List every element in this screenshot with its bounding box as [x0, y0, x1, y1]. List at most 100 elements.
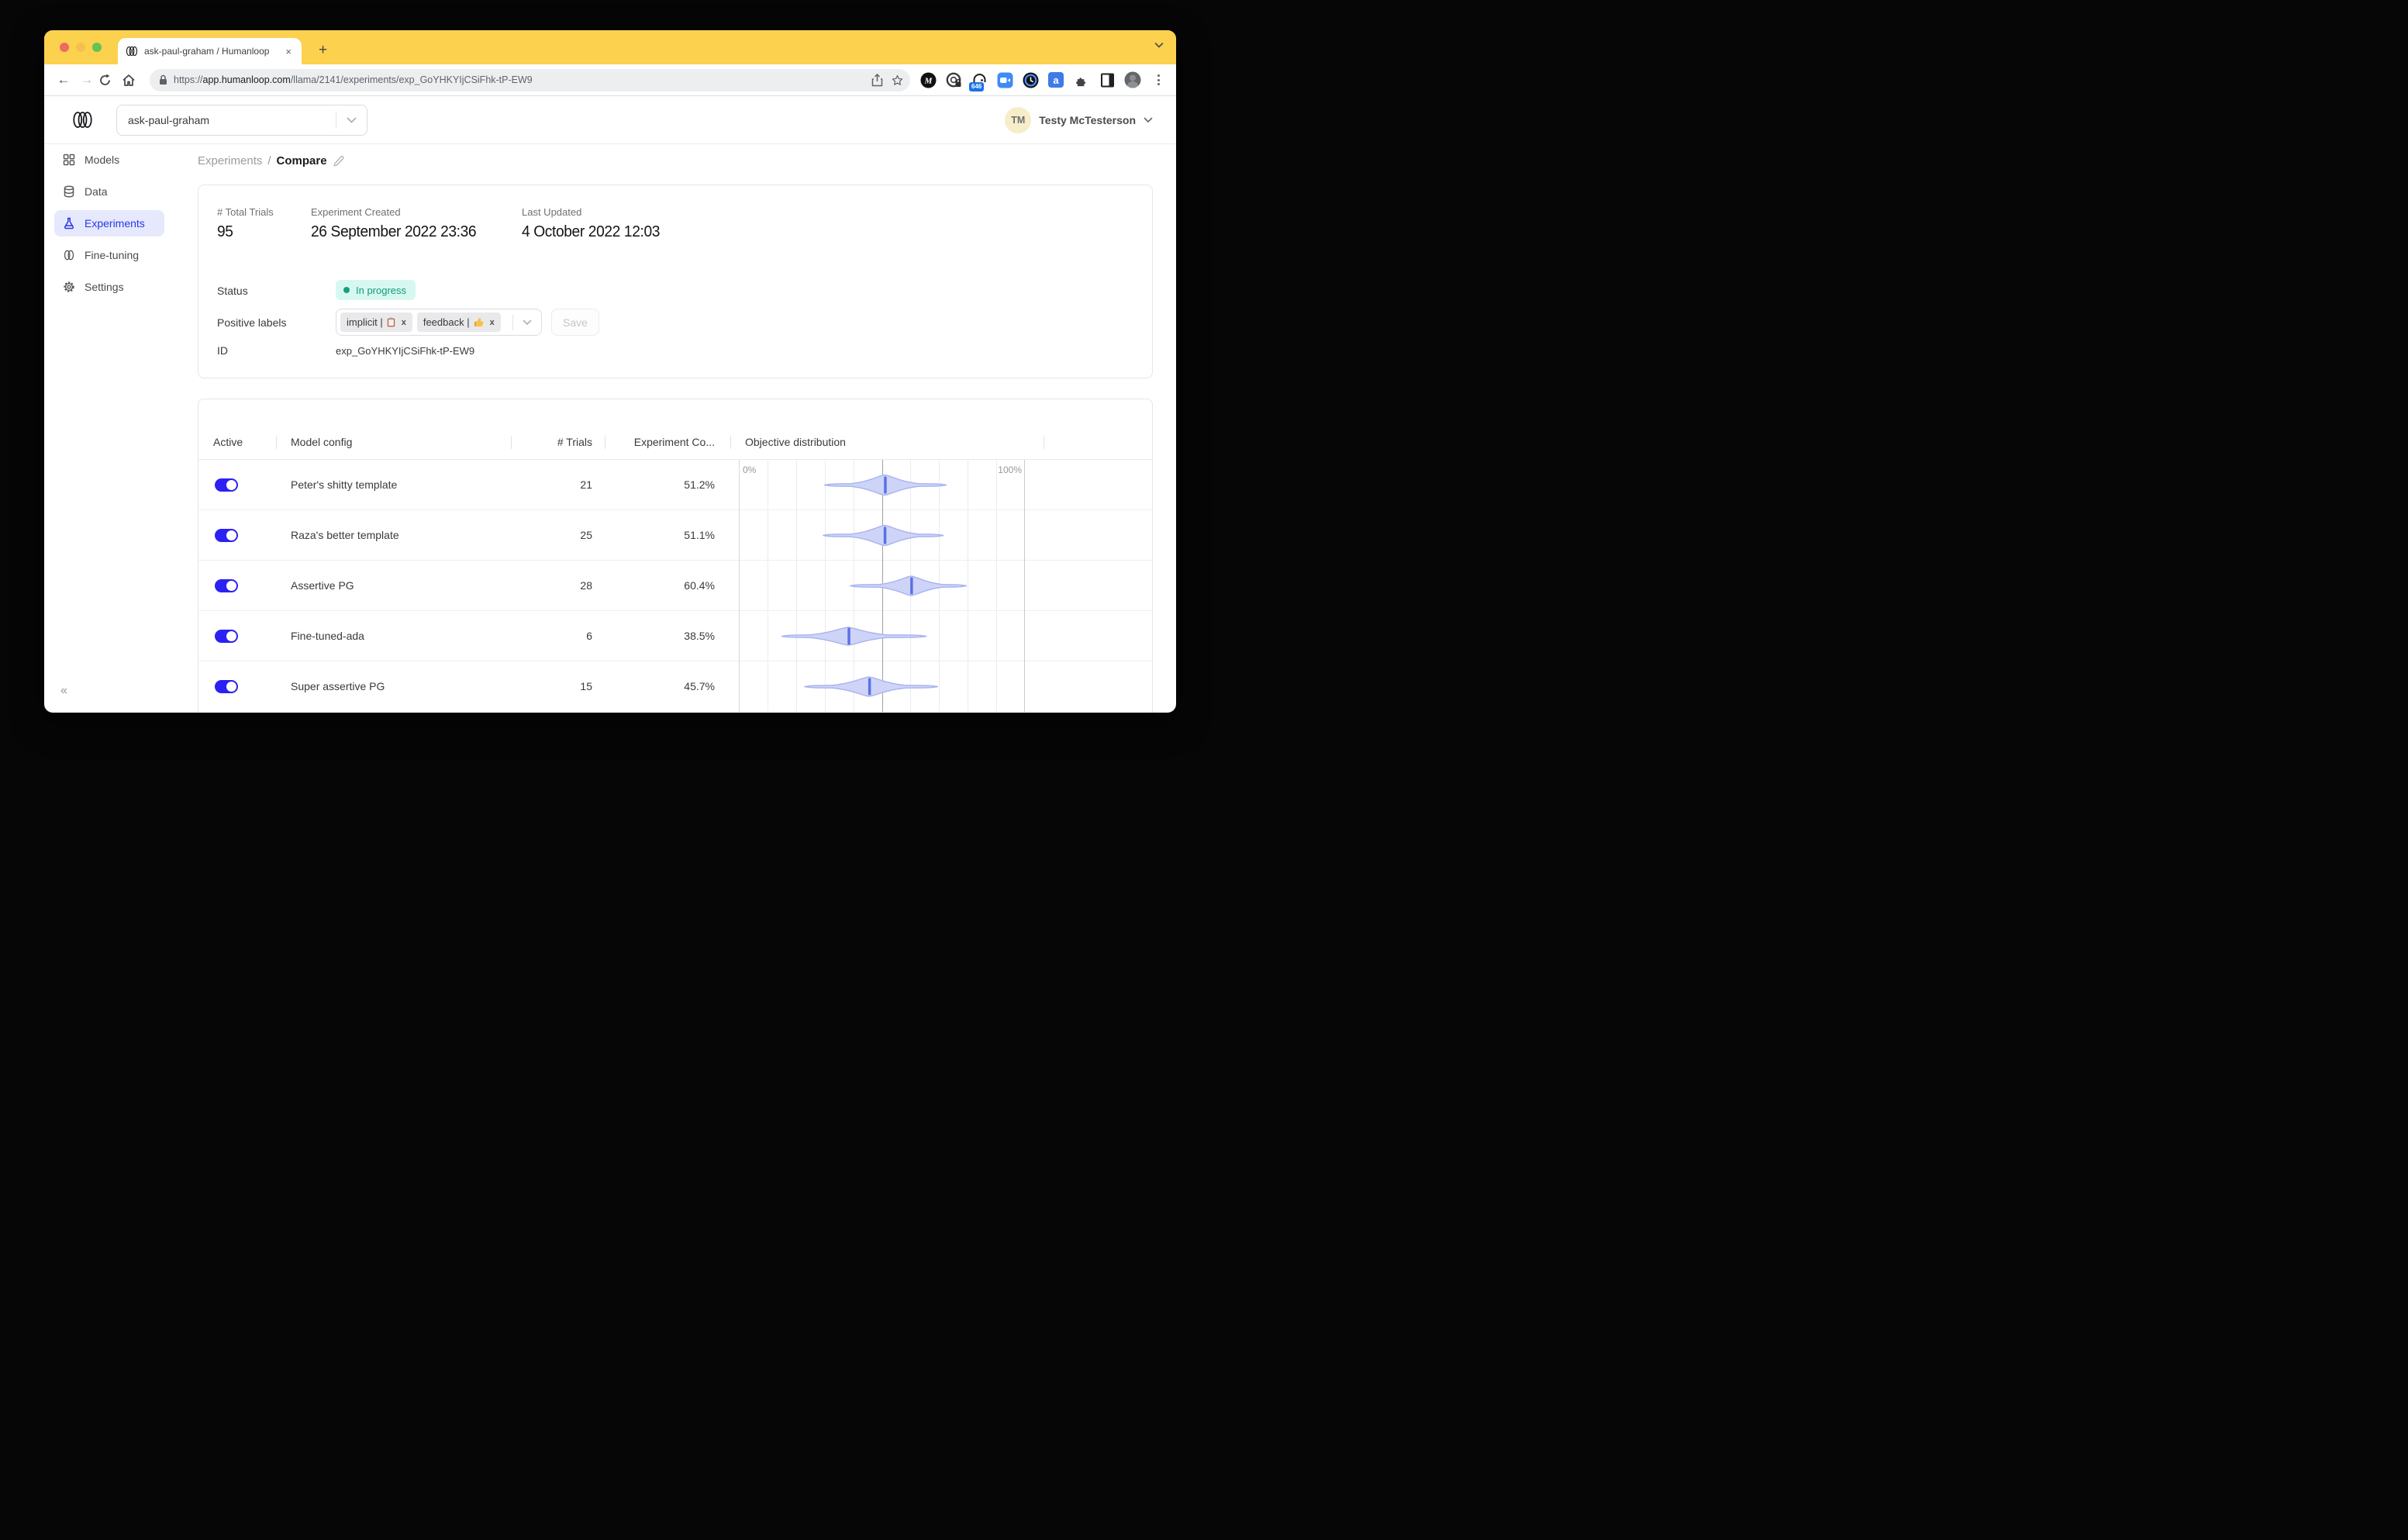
trials-count: 15: [580, 680, 592, 692]
ml-extension-icon[interactable]: M: [919, 71, 937, 88]
bookmark-star-icon[interactable]: [891, 74, 904, 87]
trials-count: 6: [586, 630, 592, 642]
tab-favicon-humanloop-icon: [126, 46, 138, 57]
experiment-id: exp_GoYHKYIjCSiFhk-tP-EW9: [336, 345, 475, 357]
column-divider: [276, 436, 277, 449]
forward-button[interactable]: →: [75, 72, 98, 88]
positive-labels-input[interactable]: implicit | x feedback | x: [336, 309, 542, 336]
url-host: app.humanloop.com: [202, 74, 291, 85]
sidebar-collapse-button[interactable]: «: [60, 684, 67, 698]
sidebar-item-label: Models: [85, 154, 120, 166]
sidebar-item-label: Settings: [85, 281, 124, 293]
experiment-score: 45.7%: [684, 680, 715, 692]
active-toggle[interactable]: [215, 680, 238, 693]
profile-avatar[interactable]: [1124, 71, 1141, 88]
user-menu[interactable]: TM Testy McTesterson: [1005, 106, 1153, 133]
active-toggle[interactable]: [215, 529, 238, 542]
reload-button[interactable]: [98, 74, 122, 87]
tab-search-chevron-icon[interactable]: [1154, 42, 1164, 48]
experiment-score: 51.2%: [684, 478, 715, 491]
stat-total-trials: # Total Trials 95: [217, 206, 274, 241]
tab-close-icon[interactable]: ×: [283, 45, 294, 58]
label-chip-implicit[interactable]: implicit | x: [340, 312, 412, 332]
save-button[interactable]: Save: [551, 309, 599, 336]
zoom-extension-icon[interactable]: [996, 71, 1013, 88]
status-label: Status: [217, 285, 248, 297]
minimize-window-button[interactable]: [76, 43, 85, 52]
humanloop-logo-icon[interactable]: [72, 111, 93, 129]
address-bar[interactable]: https://app.humanloop.com/llama/2141/exp…: [150, 68, 910, 92]
new-tab-button[interactable]: +: [314, 42, 332, 59]
active-toggle[interactable]: [215, 579, 238, 592]
browser-menu-icon[interactable]: [1150, 71, 1167, 88]
traffic-lights: [60, 43, 102, 52]
project-name: ask-paul-graham: [128, 113, 210, 126]
label-chip-feedback[interactable]: feedback | x: [416, 312, 501, 332]
table-row: 0% 100% Peter's shitty template 21 51.2%: [198, 460, 1152, 510]
main-content: Experiments / Compare # Total Trials 95 …: [198, 144, 1153, 713]
sidebar-item-settings[interactable]: Settings: [54, 274, 164, 300]
clock-extension-icon[interactable]: [1022, 71, 1039, 88]
chip-remove-icon[interactable]: x: [490, 318, 495, 327]
column-header-objective-distribution: Objective distribution: [745, 436, 846, 448]
id-label: ID: [217, 344, 228, 357]
browser-tab[interactable]: ask-paul-graham / Humanloop ×: [118, 38, 302, 64]
loops-icon: [62, 249, 76, 261]
table-header: Active Model config # Trials Experiment …: [198, 399, 1152, 460]
clipboard-emoji: [387, 317, 395, 327]
edit-pencil-icon[interactable]: [333, 155, 345, 167]
breadcrumb-section[interactable]: Experiments: [198, 154, 262, 167]
chips-divider: [512, 314, 513, 330]
objective-distribution-violin: [739, 661, 1025, 712]
lock-icon[interactable]: [159, 74, 167, 85]
chip-remove-icon[interactable]: x: [402, 318, 406, 327]
stat-value: 95: [217, 223, 233, 240]
table-row: Fine-tuned-ada 6 38.5%: [198, 611, 1152, 661]
amazon-extension-icon[interactable]: a: [1047, 71, 1064, 88]
sidebar-item-models[interactable]: Models: [54, 147, 164, 173]
sidebar-item-fine-tuning[interactable]: Fine-tuning: [54, 242, 164, 268]
column-header-model-config: Model config: [291, 436, 353, 448]
model-config-name[interactable]: Raza's better template: [291, 529, 399, 541]
share-icon[interactable]: [871, 73, 883, 87]
reader-panel-extension-icon[interactable]: [1099, 71, 1116, 88]
project-selector[interactable]: ask-paul-graham: [116, 104, 367, 136]
active-toggle[interactable]: [215, 478, 238, 492]
project-selector-chevron-icon[interactable]: [336, 117, 367, 123]
flask-icon: [62, 217, 76, 230]
close-window-button[interactable]: [60, 43, 69, 52]
model-config-name[interactable]: Super assertive PG: [291, 680, 385, 692]
experiment-details-card: # Total Trials 95 Experiment Created 26 …: [198, 185, 1153, 378]
user-avatar[interactable]: TM: [1005, 106, 1032, 133]
active-toggle[interactable]: [215, 630, 238, 643]
back-button[interactable]: ←: [52, 72, 75, 88]
sidebar-item-data[interactable]: Data: [54, 178, 164, 205]
breadcrumb: Experiments / Compare: [198, 154, 1153, 167]
url-text: https://app.humanloop.com/llama/2141/exp…: [174, 74, 864, 85]
chip-text: feedback |: [423, 316, 470, 328]
chip-text: implicit |: [347, 316, 383, 328]
sidebar-item-label: Experiments: [85, 217, 145, 230]
labels-dropdown-chevron-icon[interactable]: [518, 319, 536, 326]
trials-count: 21: [580, 478, 592, 491]
home-button[interactable]: [122, 74, 145, 87]
puzzle-extensions-icon[interactable]: [1073, 71, 1090, 88]
onepassword-extension-icon[interactable]: [945, 71, 962, 88]
headset-extension-icon[interactable]: 646: [969, 71, 988, 92]
sidebar-item-experiments[interactable]: Experiments: [54, 210, 164, 237]
user-menu-chevron-icon[interactable]: [1144, 117, 1153, 123]
model-config-name[interactable]: Fine-tuned-ada: [291, 630, 364, 642]
zoom-window-button[interactable]: [92, 43, 102, 52]
column-divider: [730, 436, 731, 449]
tab-strip: ask-paul-graham / Humanloop × +: [44, 30, 1176, 64]
model-config-name[interactable]: Peter's shitty template: [291, 478, 397, 491]
stat-created: Experiment Created 26 September 2022 23:…: [311, 206, 483, 241]
sidebar-item-label: Fine-tuning: [85, 249, 140, 261]
gear-icon: [62, 281, 76, 293]
model-comparison-card: Active Model config # Trials Experiment …: [198, 399, 1153, 713]
stat-value: 26 September 2022 23:36: [311, 223, 477, 240]
model-config-name[interactable]: Assertive PG: [291, 579, 354, 592]
sidebar: Models Data Experiments Fine-tuning Sett…: [44, 144, 176, 712]
objective-distribution-violin: [739, 460, 1025, 510]
tab-title: ask-paul-graham / Humanloop: [144, 46, 270, 57]
